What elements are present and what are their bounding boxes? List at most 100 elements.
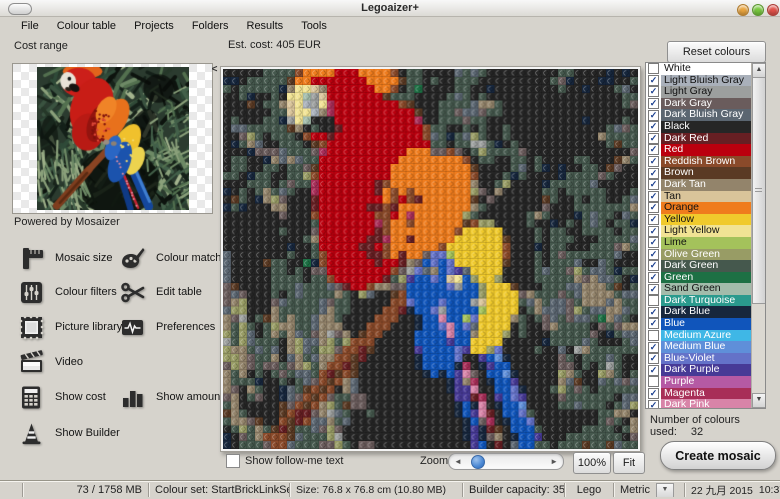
colour-checkbox[interactable]: ✓ (648, 144, 659, 155)
zoom-100-button[interactable]: 100% (573, 452, 611, 474)
scroll-up-arrow-icon[interactable]: ▲ (752, 63, 766, 78)
colour-checkbox[interactable]: ✓ (648, 342, 659, 353)
colour-row-dark-red[interactable]: ✓Dark Red (646, 133, 765, 145)
tool-video[interactable]: Video (16, 347, 116, 377)
zoom-in-arrow-icon[interactable]: ► (550, 456, 558, 467)
colour-row-black[interactable]: ✓Black (646, 121, 765, 133)
colour-row-dark-tan[interactable]: ✓Dark Tan (646, 179, 765, 191)
colour-row-green[interactable]: ✓Green (646, 272, 765, 284)
colours-used-row: Number of colours used:32 (650, 414, 780, 438)
colour-row-dark-pink[interactable]: ✓Dark Pink (646, 399, 765, 409)
units-dropdown-icon[interactable]: ▼ (656, 483, 674, 497)
tool-edit-table[interactable]: Edit table (117, 277, 217, 307)
colour-row-magenta[interactable]: ✓Magenta (646, 388, 765, 400)
colour-checkbox[interactable]: ✓ (648, 272, 659, 283)
menu-item-colour-table[interactable]: Colour table (48, 19, 125, 33)
colour-row-light-gray[interactable]: ✓Light Gray (646, 86, 765, 98)
tool-colour-filters[interactable]: Colour filters (16, 277, 116, 307)
colour-checkbox[interactable] (648, 295, 659, 306)
colour-checkbox[interactable]: ✓ (648, 365, 659, 376)
colour-row-lime[interactable]: ✓Lime (646, 237, 765, 249)
colour-name: Light Yellow (661, 225, 752, 237)
colour-row-brown[interactable]: ✓Brown (646, 167, 765, 179)
tool-show-builder[interactable]: Show Builder (16, 418, 116, 448)
show-follow-me-checkbox[interactable] (226, 454, 240, 468)
tool-show-cost[interactable]: Show cost (16, 382, 116, 412)
collapse-panel-button[interactable]: < (209, 64, 220, 76)
colour-row-dark-turquoise[interactable]: Dark Turquoise (646, 295, 765, 307)
zoom-slider[interactable]: ◄ ► (448, 453, 564, 470)
reset-colours-button[interactable]: Reset colours (667, 41, 766, 63)
colour-row-purple[interactable]: Purple (646, 376, 765, 388)
colour-checkbox[interactable]: ✓ (648, 168, 659, 179)
maximize-button[interactable] (752, 4, 764, 16)
colour-checkbox[interactable]: ✓ (648, 133, 659, 144)
colour-row-yellow[interactable]: ✓Yellow (646, 214, 765, 226)
colour-row-medium-azure[interactable]: Medium Azure (646, 330, 765, 342)
tool-mosaic-size[interactable]: Mosaic size (16, 243, 116, 273)
colour-row-orange[interactable]: ✓Orange (646, 202, 765, 214)
mosaic-preview[interactable] (223, 69, 638, 449)
colour-row-white[interactable]: White (646, 63, 765, 75)
tool-preferences[interactable]: Preferences (117, 312, 217, 342)
colour-row-reddish-brown[interactable]: ✓Reddish Brown (646, 156, 765, 168)
colour-name: Dark Turquoise (661, 295, 752, 307)
mosaic-preview-panel[interactable] (220, 66, 641, 452)
minimize-button[interactable] (737, 4, 749, 16)
colour-checkbox[interactable]: ✓ (648, 307, 659, 318)
colour-row-blue-violet[interactable]: ✓Blue-Violet (646, 353, 765, 365)
colour-row-tan[interactable]: ✓Tan (646, 191, 765, 203)
close-button[interactable] (767, 4, 779, 16)
menu-item-results[interactable]: Results (238, 19, 293, 33)
colour-row-dark-gray[interactable]: ✓Dark Gray (646, 98, 765, 110)
colour-checkbox[interactable]: ✓ (648, 110, 659, 121)
colour-list-scrollbar[interactable]: ▲ ▼ (751, 63, 765, 408)
menu-item-file[interactable]: File (12, 19, 48, 33)
colour-row-dark-blue[interactable]: ✓Dark Blue (646, 306, 765, 318)
colour-checkbox[interactable]: ✓ (648, 260, 659, 271)
menu-item-folders[interactable]: Folders (183, 19, 238, 33)
colour-row-dark-purple[interactable]: ✓Dark Purple (646, 364, 765, 376)
colour-checkbox[interactable]: ✓ (648, 318, 659, 329)
colour-checkbox[interactable]: ✓ (648, 121, 659, 132)
colour-checkbox[interactable]: ✓ (648, 156, 659, 167)
tool-picture-library[interactable]: Picture library (16, 312, 116, 342)
colour-checkbox[interactable]: ✓ (648, 284, 659, 295)
colour-checkbox[interactable]: ✓ (648, 214, 659, 225)
tool-colour-matching[interactable]: Colour matching (117, 243, 217, 273)
zoom-out-arrow-icon[interactable]: ◄ (454, 456, 462, 467)
zoom-slider-thumb[interactable] (471, 455, 485, 469)
create-mosaic-button[interactable]: Create mosaic (660, 441, 776, 470)
colour-row-dark-bluish-gray[interactable]: ✓Dark Bluish Gray (646, 109, 765, 121)
colour-row-sand-green[interactable]: ✓Sand Green (646, 283, 765, 295)
colour-row-blue[interactable]: ✓Blue (646, 318, 765, 330)
colour-checkbox[interactable]: ✓ (648, 86, 659, 97)
units-selector[interactable]: Metric ▼ (613, 483, 684, 497)
colour-checkbox[interactable]: ✓ (648, 98, 659, 109)
menu-item-tools[interactable]: Tools (292, 19, 336, 33)
colour-checkbox[interactable]: ✓ (648, 226, 659, 237)
colour-row-light-yellow[interactable]: ✓Light Yellow (646, 225, 765, 237)
colour-checkbox[interactable]: ✓ (648, 353, 659, 364)
colour-row-light-bluish-gray[interactable]: ✓Light Bluish Gray (646, 75, 765, 87)
colour-checkbox[interactable]: ✓ (648, 400, 659, 409)
colour-checkbox[interactable]: ✓ (648, 202, 659, 213)
colour-checkbox[interactable] (648, 63, 659, 74)
tool-show-amount[interactable]: Show amount (117, 382, 217, 412)
colour-checkbox[interactable]: ✓ (648, 75, 659, 86)
scroll-down-arrow-icon[interactable]: ▼ (752, 393, 766, 408)
colour-row-dark-green[interactable]: ✓Dark Green (646, 260, 765, 272)
fit-button[interactable]: Fit (613, 452, 645, 474)
colour-checkbox[interactable]: ✓ (648, 249, 659, 260)
scrollbar-thumb[interactable] (752, 77, 766, 304)
colour-checkbox[interactable]: ✓ (648, 388, 659, 399)
colour-row-medium-blue[interactable]: ✓Medium Blue (646, 341, 765, 353)
colour-checkbox[interactable]: ✓ (648, 191, 659, 202)
colour-checkbox[interactable]: ✓ (648, 237, 659, 248)
colour-checkbox[interactable] (648, 330, 659, 341)
colour-row-red[interactable]: ✓Red (646, 144, 765, 156)
menu-item-projects[interactable]: Projects (125, 19, 183, 33)
colour-checkbox[interactable] (648, 376, 659, 387)
colour-checkbox[interactable]: ✓ (648, 179, 659, 190)
colour-row-olive-green[interactable]: ✓Olive Green (646, 249, 765, 261)
